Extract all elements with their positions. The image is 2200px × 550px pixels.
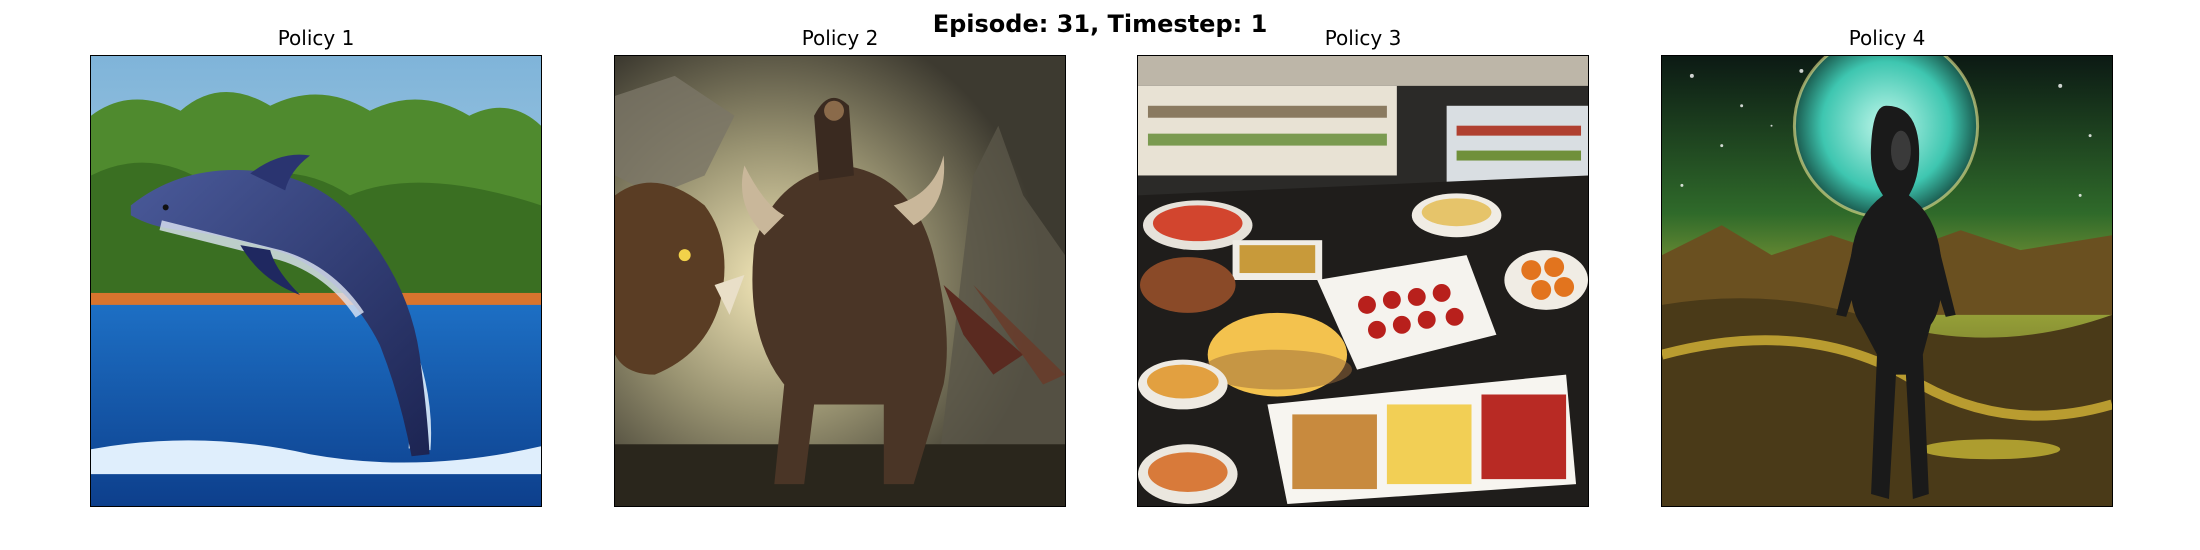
panel-3-title: Policy 3	[1324, 26, 1402, 50]
panel-4-image	[1661, 55, 2113, 507]
panel-1-image	[90, 55, 542, 507]
panel-3-image	[1137, 55, 1589, 507]
panel-1-title: Policy 1	[277, 26, 355, 50]
alien-image	[1662, 56, 2112, 506]
panel-2-image	[614, 55, 1066, 507]
buffet-image	[1138, 56, 1588, 506]
dolphin-image	[91, 56, 541, 506]
panel-2-title: Policy 2	[801, 26, 879, 50]
panel-4-title: Policy 4	[1848, 26, 1926, 50]
warrior-beast-image	[615, 56, 1065, 506]
